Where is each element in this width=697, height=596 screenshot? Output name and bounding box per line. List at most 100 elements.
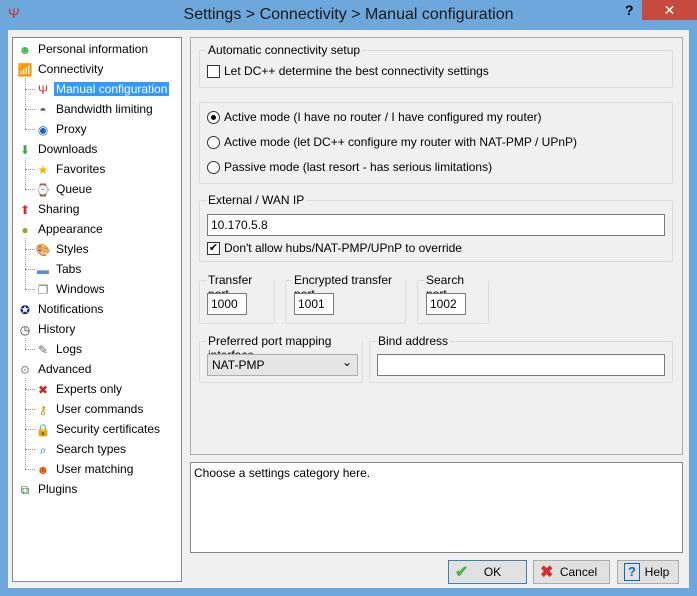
plugins-icon: ⧉ <box>20 482 30 497</box>
tree-item-label: Security certificates <box>56 422 161 436</box>
close-button[interactable]: ✕ <box>642 0 697 20</box>
auto-legend: Automatic connectivity setup <box>206 43 363 57</box>
tree-item-label: Connectivity <box>38 62 104 76</box>
tree-item-label: User matching <box>56 462 134 476</box>
tree-item-label: Appearance <box>38 222 103 236</box>
override-label: Don't allow hubs/NAT-PMP/UPnP to overrid… <box>224 241 462 255</box>
settings-panel: Automatic connectivity setup Let DC++ de… <box>190 37 683 455</box>
help-label: Help <box>644 565 670 579</box>
tree-item-label: Personal information <box>38 42 149 56</box>
radio[interactable] <box>207 136 220 150</box>
chevron-down-icon: ⌄ <box>341 355 352 369</box>
tree-item-label: Logs <box>56 342 83 356</box>
search-port-input[interactable]: 1002 <box>426 293 466 315</box>
tree-item-sharing[interactable]: ⬆ Sharing <box>17 200 81 218</box>
log-icon: ✎ <box>37 342 49 357</box>
mode-label: Active mode (I have no router / I have c… <box>224 110 542 124</box>
users-icon: ☻ <box>36 462 50 477</box>
tree-item-queue[interactable]: ⌚ Queue <box>35 180 94 198</box>
tree-item-plugins[interactable]: ⧉ Plugins <box>17 480 79 498</box>
mapping-select[interactable]: NAT-PMP ⌄ <box>207 354 358 376</box>
ok-label: OK <box>483 565 502 579</box>
title-bar: Settings > Connectivity > Manual configu… <box>0 0 697 30</box>
mode-label: Passive mode (last resort - has serious … <box>224 160 493 174</box>
radio[interactable] <box>207 161 220 175</box>
ok-button[interactable]: ✔ OK <box>448 560 527 584</box>
tree-item-windows[interactable]: ❐ Windows <box>35 280 107 298</box>
close-icon: ✕ <box>663 2 676 18</box>
tree-item-label: Notifications <box>38 302 104 316</box>
tree-item-label: History <box>38 322 76 336</box>
mapping-value: NAT-PMP <box>212 358 265 372</box>
tree-connector <box>25 238 26 289</box>
tree-item-label: Search types <box>56 442 127 456</box>
tree-item-label: Bandwidth limiting <box>56 102 153 116</box>
tree-item-styles[interactable]: 🎨 Styles <box>35 240 91 258</box>
palette-icon: 🎨 <box>35 242 51 257</box>
tree-item-label: Experts only <box>56 382 123 396</box>
bind-address-input[interactable] <box>377 354 665 376</box>
star-icon: ★ <box>37 162 49 177</box>
tabs-icon: ▬ <box>37 262 49 277</box>
encrypted-port-input[interactable]: 1001 <box>294 293 334 315</box>
tree-item-label: Advanced <box>38 362 92 376</box>
tree-connector <box>25 289 35 290</box>
tree-item-proxy[interactable]: ◉ Proxy <box>35 120 89 138</box>
tree-item-label: Sharing <box>38 202 80 216</box>
search-port-group: Search port 1002 <box>417 273 489 324</box>
radio[interactable] <box>207 111 220 125</box>
wan-ip-input[interactable]: 10.170.5.8 <box>207 214 665 236</box>
bind-legend: Bind address <box>376 334 451 348</box>
tree-item-notifications[interactable]: ✪ Notifications <box>17 300 105 318</box>
tree-item-history[interactable]: ◷ History <box>17 320 77 338</box>
tree-item-label: Proxy <box>56 122 87 136</box>
tree-connector <box>25 89 35 90</box>
tree-item-bandwidth-limiting[interactable]: ◓ Bandwidth limiting <box>35 100 155 118</box>
help-button[interactable]: ? Help <box>617 560 679 584</box>
tree-item-connectivity[interactable]: 📶 Connectivity <box>17 60 105 78</box>
tree-item-experts-only[interactable]: ✖ Experts only <box>35 380 124 398</box>
tree-item-label: User commands <box>56 402 144 416</box>
tree-item-logs[interactable]: ✎ Logs <box>35 340 84 358</box>
checkbox-box[interactable]: ✔ <box>207 242 220 256</box>
tree-connector <box>25 249 35 250</box>
tree-item-appearance[interactable]: ● Appearance <box>17 220 105 238</box>
tree-item-label: Plugins <box>38 482 78 496</box>
auto-checkbox[interactable]: Let DC++ determine the best connectivity… <box>207 64 489 79</box>
notifications-icon: ✪ <box>19 302 31 317</box>
tree-item-advanced[interactable]: ⚙ Advanced <box>17 360 93 378</box>
tree-item-personal-information[interactable]: ☻ Personal information <box>17 40 150 58</box>
bind-group: Bind address <box>369 334 673 383</box>
settings-tree[interactable]: ☻ Personal information 📶 Connectivity Ψ Manua… <box>12 37 182 582</box>
cancel-button[interactable]: ✖ Cancel <box>533 560 610 584</box>
tree-item-label: Styles <box>56 242 89 256</box>
tree-connector <box>25 469 35 470</box>
tree-item-user-matching[interactable]: ☻ User matching <box>35 460 135 478</box>
help-title-button[interactable]: ? <box>625 2 634 18</box>
mode-active-upnp[interactable]: Active mode (let DC++ configure my route… <box>207 135 578 150</box>
tree-connector <box>25 429 35 430</box>
mode-active-manual[interactable]: Active mode (I have no router / I have c… <box>207 110 542 125</box>
checkbox-box[interactable] <box>207 65 220 79</box>
tree-item-tabs[interactable]: ▬ Tabs <box>35 260 83 278</box>
tree-item-favorites[interactable]: ★ Favorites <box>35 160 107 178</box>
tree-item-downloads[interactable]: ⬇ Downloads <box>17 140 99 158</box>
tree-item-search-types[interactable]: ⌕ Search types <box>35 440 128 458</box>
mode-passive[interactable]: Passive mode (last resort - has serious … <box>207 160 493 175</box>
mode-label: Active mode (let DC++ configure my route… <box>224 135 578 149</box>
tree-connector <box>25 189 35 190</box>
tree-item-label: Windows <box>56 282 105 296</box>
window-title: Settings > Connectivity > Manual configu… <box>183 6 514 23</box>
globe-icon: ◉ <box>37 122 49 137</box>
user-icon: ☻ <box>18 42 32 57</box>
tree-connector <box>25 158 26 189</box>
tree-item-security-certificates[interactable]: 🔒 Security certificates <box>35 420 162 438</box>
override-checkbox[interactable]: ✔ Don't allow hubs/NAT-PMP/UPnP to overri… <box>207 241 462 256</box>
tree-connector <box>25 129 35 130</box>
transfer-port-input[interactable]: 1000 <box>207 293 247 315</box>
tree-connector <box>25 169 35 170</box>
tree-item-user-commands[interactable]: ⚷ User commands <box>35 400 145 418</box>
clock-icon: ◷ <box>19 322 31 337</box>
tree-item-manual-configuration[interactable]: Ψ Manual configuration <box>35 80 170 98</box>
tree-item-label: Tabs <box>56 262 82 276</box>
